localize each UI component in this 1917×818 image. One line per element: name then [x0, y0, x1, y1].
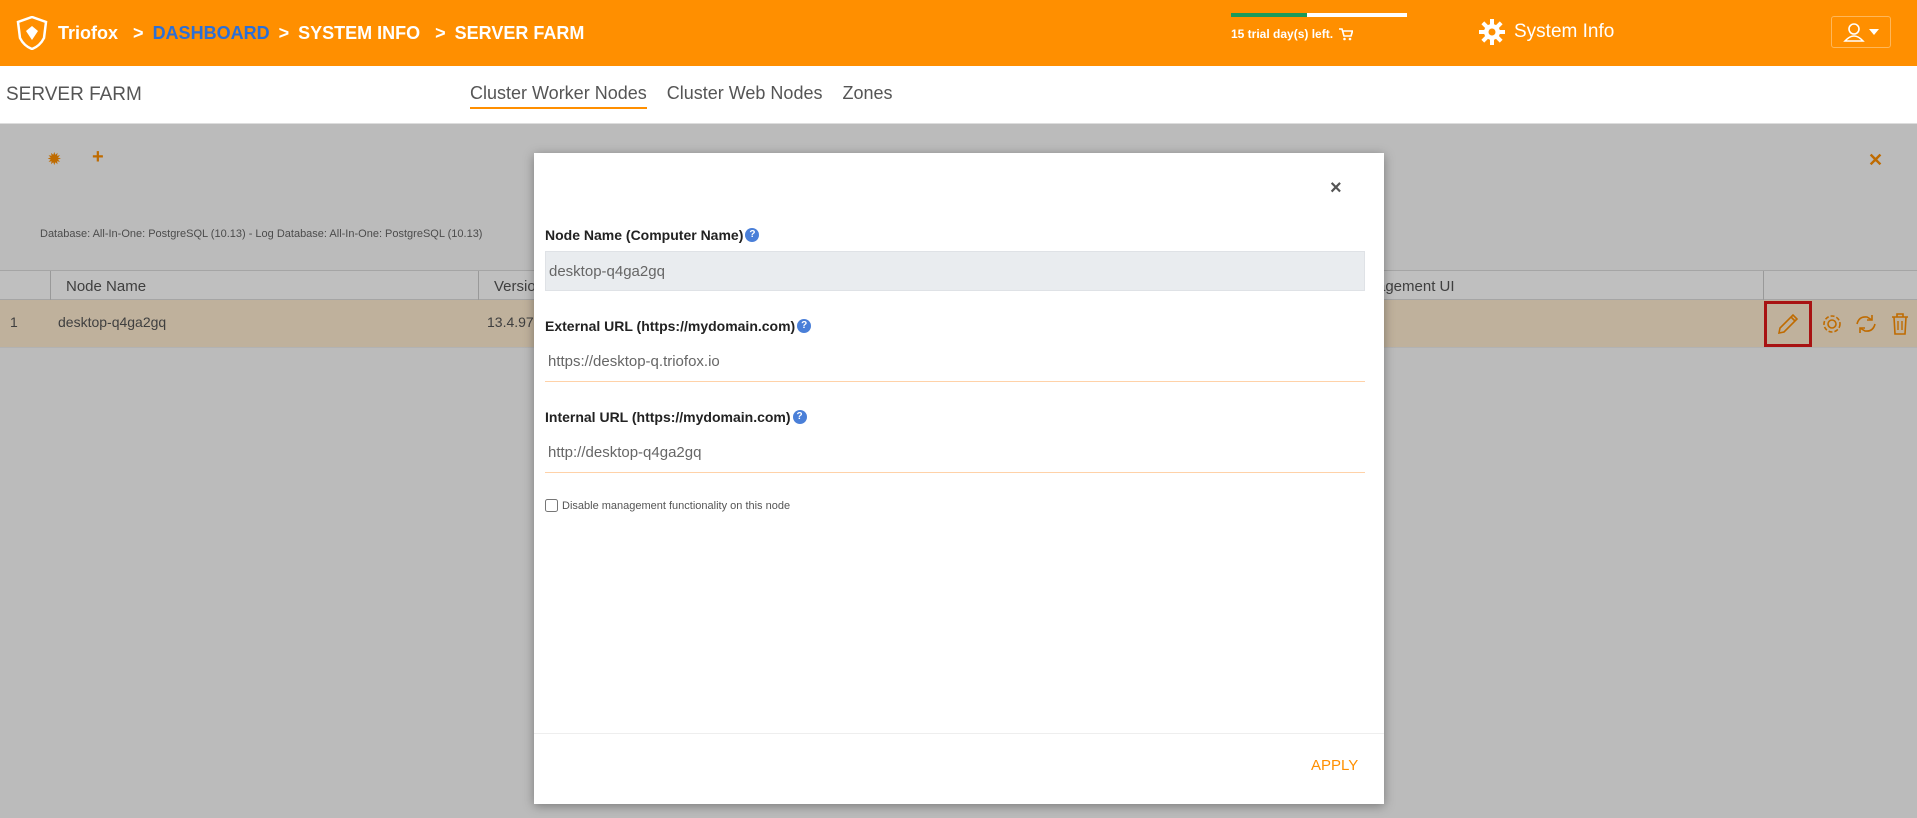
caret-down-icon: [1869, 29, 1879, 35]
crumb-server-farm: SERVER FARM: [454, 23, 585, 43]
page-title: SERVER FARM: [6, 84, 142, 105]
crumb-dashboard[interactable]: DASHBOARD: [153, 23, 270, 43]
trial-status: 15 trial day(s) left.: [1231, 13, 1407, 41]
brand-name[interactable]: Triofox: [58, 23, 118, 43]
edit-node-dialog: × Node Name (Computer Name)? External UR…: [534, 153, 1384, 804]
node-name-field-group: Node Name (Computer Name)?: [545, 227, 1365, 291]
crumb-separator: >: [133, 23, 144, 43]
tab-cluster-worker-nodes[interactable]: Cluster Worker Nodes: [470, 83, 647, 109]
node-name-label: Node Name (Computer Name): [545, 227, 744, 243]
tab-bar: Cluster Worker Nodes Cluster Web Nodes Z…: [470, 83, 893, 109]
internal-url-input[interactable]: [545, 433, 1365, 473]
internal-url-label: Internal URL (https://mydomain.com): [545, 409, 791, 425]
sub-header: SERVER FARM Cluster Worker Nodes Cluster…: [0, 66, 1917, 124]
trial-progress-fill: [1231, 13, 1307, 17]
help-icon[interactable]: ?: [792, 410, 807, 424]
disable-management-label: Disable management functionality on this…: [562, 499, 791, 512]
apply-button[interactable]: APPLY: [1311, 757, 1358, 774]
tab-zones[interactable]: Zones: [842, 83, 892, 109]
disable-management-checkbox[interactable]: [545, 499, 558, 512]
triofox-shield-icon[interactable]: [16, 16, 48, 50]
tab-cluster-web-nodes[interactable]: Cluster Web Nodes: [667, 83, 823, 109]
trial-progress-bar: [1231, 13, 1407, 17]
user-menu-button[interactable]: [1831, 16, 1891, 48]
system-info-label: System Info: [1514, 21, 1615, 42]
breadcrumb: Triofox > DASHBOARD > SYSTEM INFO > SERV…: [58, 23, 584, 44]
external-url-input[interactable]: [545, 342, 1365, 382]
system-info-menu[interactable]: System Info: [1478, 18, 1614, 46]
user-icon: [1843, 23, 1865, 42]
external-url-field-group: External URL (https://mydomain.com)?: [545, 318, 1365, 382]
external-url-label: External URL (https://mydomain.com): [545, 318, 796, 334]
dialog-footer-divider: [534, 733, 1384, 734]
crumb-separator: >: [435, 23, 446, 43]
help-icon[interactable]: ?: [797, 319, 812, 333]
top-bar: Triofox > DASHBOARD > SYSTEM INFO > SERV…: [0, 0, 1917, 66]
disable-management-option[interactable]: Disable management functionality on this…: [545, 499, 790, 512]
gear-icon: [1479, 19, 1505, 45]
crumb-separator: >: [278, 23, 290, 43]
close-dialog-button[interactable]: ×: [1330, 177, 1342, 200]
crumb-system-info[interactable]: SYSTEM INFO: [298, 23, 420, 43]
trial-days-text: 15 trial day(s) left.: [1231, 27, 1334, 41]
help-icon[interactable]: ?: [745, 228, 760, 242]
internal-url-field-group: Internal URL (https://mydomain.com)?: [545, 409, 1365, 473]
cart-icon[interactable]: [1339, 27, 1354, 41]
node-name-input[interactable]: [545, 251, 1365, 291]
